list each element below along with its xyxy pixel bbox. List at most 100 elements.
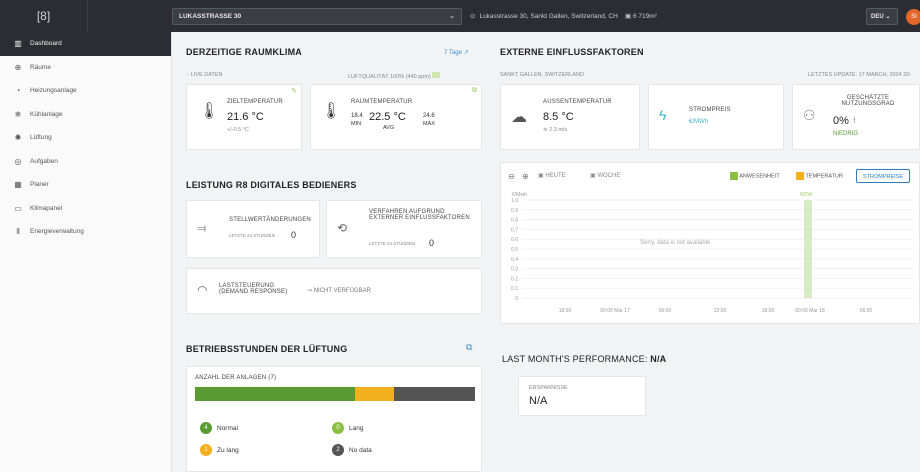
savings-value: N/A: [529, 395, 548, 407]
today-button[interactable]: ▣ HEUTE: [538, 172, 566, 179]
outside-temperature-card: ☁︎ AUSSENTEMPERATUR 8.5 °C ≋ 2.3 m/s: [500, 84, 640, 150]
panel-icon: ▭: [14, 203, 22, 213]
raumklima-title: DERZEITIGE RAUMKLIMA: [186, 47, 302, 57]
sidebar-item-raeume[interactable]: ⊕ Räume: [0, 56, 171, 80]
air-quality-label: LUFTQUALITÄT 100% (440 ppm): [348, 72, 441, 80]
site-area: ▣ 6 719m²: [625, 13, 657, 20]
outside-temperature-value: 8.5 °C: [543, 111, 574, 123]
usage-level: NIEDRIG: [833, 131, 859, 137]
avg-label: AVG: [383, 125, 395, 131]
lightning-icon: ϟ: [659, 107, 667, 123]
external-actions-label: VERFAHREN AUFGRUND EXTERNER EINFLUSSFAKT…: [369, 209, 470, 221]
thermometer-icon: 🌡︎: [321, 103, 342, 120]
chevron-down-icon: ⌄: [449, 13, 455, 20]
setpoint-changes-label: STELLWERTÄNDERUNGEN: [229, 217, 311, 223]
sidebar: ▥ Dashboard ⊕ Räume ◔ Heizungsanlage ❄ Kühla…: [0, 32, 172, 472]
site-select-value: LUKASSTRASSE 30: [179, 13, 242, 20]
site-select[interactable]: LUKASSTRASSE 30 ⌄: [172, 8, 462, 25]
rooms-icon: ⊕: [14, 62, 22, 72]
last-update-label: LETZTES UPDATE: 17 MARCH, 2024 20:: [808, 72, 911, 78]
usage-estimate-label: GESCHÄTZTE NUTZUNGSGRAD: [841, 95, 895, 107]
top-bar: [8] LUKASSTRASSE 30 ⌄ ⊙ Lukasstrasse 30, …: [0, 0, 920, 32]
external-actions-value: 0: [429, 238, 435, 248]
temperature-swatch: [796, 172, 804, 180]
people-icon: ⚇: [803, 107, 816, 123]
energy-icon: ⫴: [16, 226, 20, 236]
language-select[interactable]: DEU ⌄: [866, 8, 898, 25]
savings-card: ERSPARNISSE N/A: [518, 376, 646, 416]
recycle-icon: ⟲: [337, 221, 348, 235]
gauge-icon: ◠: [197, 283, 208, 297]
range-link[interactable]: 7 Tage ↗: [444, 49, 469, 56]
demand-response-label: LASTSTEUERUNG (DEMAND RESPONSE): [219, 283, 288, 295]
chevron-right-icon[interactable]: ⊕: [522, 172, 529, 181]
legend-temperature[interactable]: TEMPERATUR: [796, 172, 843, 180]
chevron-left-icon[interactable]: ⊖: [508, 172, 515, 181]
savings-label: ERSPARNISSE: [529, 385, 568, 391]
status-bar-no-data: [393, 387, 475, 401]
room-temperature-min: 18.4: [351, 113, 363, 119]
app-logo[interactable]: [8]: [0, 0, 88, 32]
legend-electricity-price[interactable]: STROMPREISE: [856, 169, 911, 183]
heating-icon: ◔: [15, 86, 21, 96]
legend-normal: 4 Normal: [200, 422, 238, 434]
sidebar-item-heizungsanlage[interactable]: ◔ Heizungsanlage: [0, 79, 171, 103]
ventilation-hours-card: ANZAHL DER ANLAGEN (7): [186, 366, 482, 472]
now-label: NOW: [800, 192, 813, 198]
no-data-message: Sorry, data is not available: [640, 240, 711, 246]
y-axis-unit: €/Mwh: [512, 192, 527, 198]
target-temperature-card: 🌡︎ ZIELTEMPERATUR 21.6 °C +/-0.5 °C ✎: [186, 84, 302, 150]
dashboard-icon: ▥: [14, 39, 22, 49]
setpoint-changes-card: ⫤ STELLWERTÄNDERUNGEN LETZTE 24 STUNDEN …: [186, 200, 320, 258]
max-label: MAX: [423, 121, 435, 127]
status-bar: [195, 387, 475, 401]
wind-icon: ≋: [543, 127, 548, 133]
avatar[interactable]: SI: [906, 9, 920, 25]
week-button[interactable]: ▣ WOCHE: [590, 172, 620, 179]
thermometer-icon: 🌡︎: [199, 103, 220, 120]
fan-icon: ✺: [14, 133, 22, 143]
demand-response-status: ⊸ NICHT VERFÜGBAR: [307, 288, 371, 294]
legend-presence[interactable]: ANWESENHEIT: [730, 172, 780, 180]
edit-icon[interactable]: ✎: [291, 87, 297, 95]
plug-icon: ⊸: [307, 288, 313, 294]
live-icon: ◌: [186, 72, 190, 78]
external-link-icon[interactable]: ⧉: [472, 87, 477, 95]
electricity-price-label: STROMPREIS: [689, 107, 731, 113]
location-pin-icon: ⊙: [470, 13, 476, 20]
presence-swatch: [730, 172, 738, 180]
min-label: MIN: [351, 121, 362, 127]
sidebar-item-planer[interactable]: ▦ Planer: [0, 173, 171, 197]
setpoint-changes-value: 0: [291, 230, 297, 240]
legend-no-data: 2 No data: [332, 444, 372, 456]
sidebar-item-klimapanel[interactable]: ▭ Klimapanel: [0, 197, 171, 221]
status-bar-normal: [195, 387, 355, 401]
snowflake-icon: ❄: [14, 109, 22, 119]
target-temperature-value: 21.6 °C: [227, 111, 264, 123]
external-factors-title: EXTERNE EINFLUSSFAKTOREN: [500, 47, 644, 57]
calendar-icon: ▣: [590, 173, 596, 179]
live-data-label: ◌ LIVE DATEN: [186, 72, 223, 78]
status-bar-too-long: [354, 387, 394, 401]
external-link-icon[interactable]: ⧉: [466, 342, 472, 353]
legend-long: 0 Lang: [332, 422, 363, 434]
sidebar-item-aufgaben[interactable]: ◎ Aufgaben: [0, 150, 171, 174]
electricity-price-card: ϟ STROMPREIS €/MWh: [648, 84, 784, 150]
sidebar-item-lueftung[interactable]: ✺ Lüftung: [0, 126, 171, 150]
room-temperature-card: 🌡︎ RAUMTEMPERATUR 18.4 MIN 22.5 °C AVG 2…: [310, 84, 482, 150]
performance-section-title: LEISTUNG R8 DIGITALES BEDIENERS: [186, 180, 357, 190]
legend-too-long: 1 Zu lang: [200, 444, 239, 456]
site-address: ⊙ Lukasstrasse 30, Sankt Gallen, Switzerl…: [470, 13, 618, 20]
tasks-icon: ◎: [14, 156, 22, 166]
sidebar-item-dashboard[interactable]: ▥ Dashboard: [0, 32, 171, 56]
calendar-icon: ▦: [14, 180, 22, 190]
external-actions-sub: LETZTE 24 STUNDEN: [369, 241, 416, 246]
room-temperature-label: RAUMTEMPERATUR: [351, 99, 413, 105]
floorplan-icon: ▣: [625, 13, 632, 20]
sidebar-item-kuehlanlage[interactable]: ❄ Kühlanlage: [0, 103, 171, 127]
room-temperature-avg: 22.5 °C: [369, 111, 406, 123]
sidebar-item-energieverwaltung[interactable]: ⫴ Energieverwaltung: [0, 220, 171, 244]
sliders-icon: ⫤: [197, 221, 207, 235]
usage-estimate-value: 0%: [833, 115, 849, 127]
wind-speed: ≋ 2.3 m/s: [543, 127, 568, 133]
